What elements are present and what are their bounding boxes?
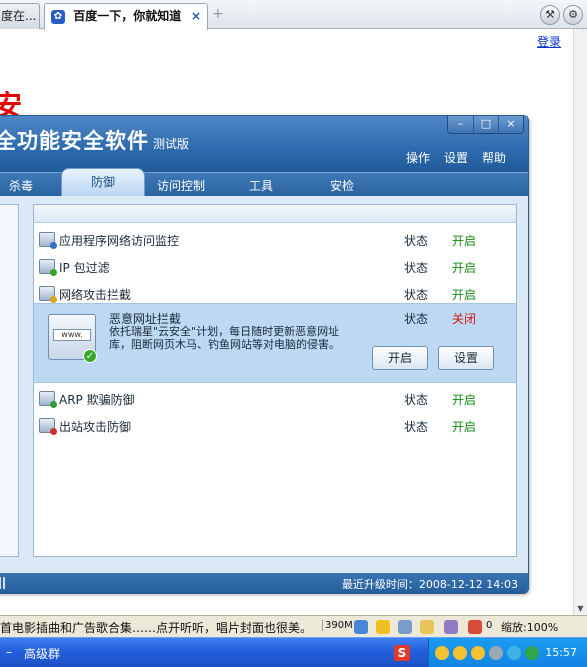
tag-icon[interactable]	[444, 620, 458, 634]
menu-settings[interactable]: 设置	[444, 149, 468, 166]
app-footer: 最近升级时间：2008-12-12 14:03	[0, 573, 528, 593]
menu-help[interactable]: 帮助	[482, 149, 506, 166]
attack-block-icon	[39, 286, 57, 303]
list-header	[34, 205, 516, 223]
blocked-count: 0	[486, 620, 493, 631]
security-software-window: 全功能安全软件 测试版 – □ × 操作 设置 帮助 杀毒 访问控制 工具 安检 …	[0, 115, 529, 594]
list-item-selected[interactable]: www. ✓ 恶意网址拦截 依托瑞星"云安全"计划，每日随时更新恶意网址库，阻断…	[34, 303, 516, 383]
list-item[interactable]: IP 包过滤 状态 开启	[34, 253, 516, 280]
app-body: 应用程序网络访问监控 状态 开启 IP 包过滤 状态 开启 网络攻击拦截 状态 …	[0, 196, 528, 573]
qq-icon[interactable]	[453, 646, 467, 660]
arp-defense-icon	[39, 391, 57, 408]
browser-status-bar: 首电影插曲和广告歌合集……点开听听，唱片封面也很美。 390M 0 缩放:100…	[0, 615, 587, 637]
malicious-url-icon: www. ✓	[48, 314, 97, 363]
list-item[interactable]: 应用程序网络访问监控 状态 开启	[34, 226, 516, 253]
window-controls: – □ ×	[447, 116, 524, 134]
status-label: 状态	[404, 261, 429, 275]
download-icon[interactable]	[354, 620, 368, 634]
item-description: 依托瑞星"云安全"计划，每日随时更新恶意网址库，阻断网页木马、钓鱼网站等对电脑的…	[109, 325, 340, 351]
new-tab-button[interactable]: +	[212, 7, 226, 21]
ip-filter-icon	[39, 259, 57, 276]
status-value: 开启	[452, 234, 477, 248]
zoom-level[interactable]: 缩放:100%	[501, 619, 558, 635]
item-name: ARP 欺骗防御	[59, 393, 135, 407]
tab-tools[interactable]: 工具	[249, 177, 273, 194]
status-label: 状态	[404, 288, 429, 302]
tab-antivirus[interactable]: 杀毒	[9, 177, 33, 194]
maximize-icon[interactable]: □	[473, 116, 498, 133]
defense-list-panel: 应用程序网络访问监控 状态 开启 IP 包过滤 状态 开启 网络攻击拦截 状态 …	[33, 204, 517, 557]
item-name: 应用程序网络访问监控	[59, 234, 180, 248]
app-title: 全功能安全软件 测试版	[0, 129, 190, 153]
settings-button[interactable]: 设置	[438, 346, 494, 370]
tab-security-check[interactable]: 安检	[330, 177, 354, 194]
tab-access-control[interactable]: 访问控制	[157, 177, 205, 194]
popup-block-icon[interactable]	[468, 620, 482, 634]
taskbar-item[interactable]: –	[6, 645, 12, 659]
status-label: 状态	[404, 393, 429, 407]
status-value: 开启	[452, 288, 477, 302]
qq-icon[interactable]	[435, 646, 449, 660]
wrench-icon[interactable]: ⚒	[540, 5, 560, 25]
close-tab-icon[interactable]: ×	[191, 4, 201, 28]
system-tray: 15:57	[428, 638, 587, 667]
speedup-icon[interactable]	[376, 620, 390, 634]
app-menu: 操作 设置 帮助	[406, 149, 506, 166]
browser-tab[interactable]: 度在...	[0, 3, 40, 29]
status-value: 开启	[452, 261, 477, 275]
status-label: 状态	[404, 420, 429, 434]
item-name: 出站攻击防御	[59, 420, 132, 434]
item-name: IP 包过滤	[59, 261, 110, 275]
scroll-down-icon[interactable]: ▼	[574, 602, 587, 615]
antivirus-tray-icon[interactable]	[525, 646, 539, 660]
list-item[interactable]: 出站攻击防御 状态 开启	[34, 412, 516, 439]
folder-icon[interactable]	[420, 620, 434, 634]
tab-label: 度在...	[1, 9, 37, 23]
menu-operate[interactable]: 操作	[406, 149, 430, 166]
clock: 15:57	[545, 646, 577, 659]
status-value: 关闭	[452, 312, 477, 326]
app-header: 全功能安全软件 测试版 – □ × 操作 设置 帮助	[0, 116, 528, 176]
memory-usage: 390M	[322, 620, 353, 631]
login-link[interactable]: 登录	[537, 33, 561, 50]
browser-tab-active[interactable]: ✿ 百度一下，你就知道 ×	[44, 3, 208, 30]
grip-icon	[0, 577, 5, 589]
sync-icon[interactable]	[398, 620, 412, 634]
tab-label: 百度一下，你就知道	[73, 9, 182, 23]
app-title-suffix: 测试版	[153, 137, 190, 151]
left-nav-panel	[0, 204, 19, 557]
browser-tab-strip: 度在... ✿ 百度一下，你就知道 × + ⚒ ⚙	[0, 0, 587, 30]
outbound-defense-icon	[39, 418, 57, 435]
close-icon[interactable]: ×	[498, 116, 523, 133]
url-bar-graphic: www.	[53, 329, 91, 341]
status-label: 状态	[404, 234, 429, 248]
taskbar: – 高级群 S 15:57	[0, 637, 587, 667]
list-item[interactable]: ARP 欺骗防御 状态 开启	[34, 385, 516, 412]
minimize-icon[interactable]: –	[448, 116, 473, 133]
network-icon[interactable]	[507, 646, 521, 660]
baidu-paw-icon: ✿	[51, 9, 65, 24]
enable-button[interactable]: 开启	[372, 346, 428, 370]
status-label: 状态	[404, 312, 429, 326]
status-value: 开启	[452, 420, 477, 434]
status-text: 首电影插曲和广告歌合集……点开听听，唱片封面也很美。	[0, 621, 313, 635]
tab-defense[interactable]: 防御	[61, 168, 145, 196]
page-scrollbar[interactable]: ▼	[573, 29, 587, 615]
item-name: 网络攻击拦截	[59, 288, 132, 302]
check-icon: ✓	[83, 349, 97, 363]
status-value: 开启	[452, 393, 477, 407]
speaker-icon[interactable]	[489, 646, 503, 660]
last-update-time: 最近升级时间：2008-12-12 14:03	[341, 578, 518, 591]
app-monitor-icon	[39, 232, 57, 249]
taskbar-window-button[interactable]: 高级群	[24, 645, 60, 662]
sogou-input-icon[interactable]: S	[394, 645, 410, 661]
gear-icon[interactable]: ⚙	[563, 5, 583, 25]
qq-icon[interactable]	[471, 646, 485, 660]
